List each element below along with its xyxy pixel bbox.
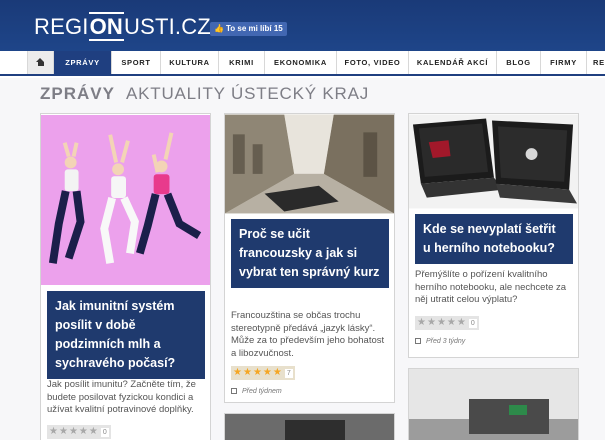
article-image-fitness[interactable] xyxy=(41,114,210,286)
star-icon[interactable]: ★ xyxy=(263,367,272,379)
nav-item-krimi[interactable]: KRIMI xyxy=(218,51,264,74)
article-date: Před 3 týdny xyxy=(415,338,465,345)
section-title: ZPRÁVY xyxy=(40,84,115,103)
nav-item-zpravy[interactable]: ZPRÁVY xyxy=(53,51,111,74)
nav-item-sport[interactable]: SPORT xyxy=(111,51,160,74)
nav-item-reality[interactable]: RE xyxy=(586,51,605,74)
star-icon[interactable]: ★ xyxy=(59,426,68,438)
star-icon[interactable]: ★ xyxy=(457,317,466,329)
star-icon[interactable]: ★ xyxy=(69,426,78,438)
star-icon[interactable]: ★ xyxy=(427,317,436,329)
article-card[interactable]: Jak imunitní systém posílit v době podzi… xyxy=(40,113,211,440)
star-icon[interactable]: ★ xyxy=(253,367,262,379)
nav-item-firmy[interactable]: FIRMY xyxy=(540,51,586,74)
rating-count: 0 xyxy=(100,427,109,437)
star-icon[interactable]: ★ xyxy=(49,426,58,438)
nav-item-ekonomika[interactable]: EKONOMIKA xyxy=(264,51,336,74)
home-icon xyxy=(36,58,45,67)
site-header: REGIONUSTI.CZ 👍 To se mi líbí 15 xyxy=(0,0,605,51)
star-icon[interactable]: ★ xyxy=(243,367,252,379)
article-image-street[interactable] xyxy=(225,114,394,214)
article-card[interactable]: Proč se učit francouzsky a jak si vybrat… xyxy=(224,113,395,403)
nav-item-kultura[interactable]: KULTURA xyxy=(160,51,218,74)
article-title[interactable]: Proč se učit francouzsky a jak si vybrat… xyxy=(231,219,389,288)
facebook-like-button[interactable]: 👍 To se mi líbí 15 xyxy=(210,22,287,36)
nav-home[interactable] xyxy=(27,51,53,74)
article-card[interactable] xyxy=(408,368,579,440)
star-icon[interactable]: ★ xyxy=(233,367,242,379)
rating-count: 0 xyxy=(468,318,477,328)
nav-item-blog[interactable]: BLOG xyxy=(496,51,540,74)
article-perex: Přemýšlíte o pořízení kvalitního herního… xyxy=(415,269,567,305)
star-icon[interactable]: ★ xyxy=(89,426,98,438)
article-image-next[interactable] xyxy=(225,414,395,440)
star-icon[interactable]: ★ xyxy=(79,426,88,438)
calendar-icon xyxy=(415,338,421,344)
article-rating[interactable]: ★ ★ ★ ★ ★ 0 xyxy=(47,425,111,439)
article-card[interactable] xyxy=(224,413,395,440)
article-perex: Francouzština se občas trochu stereotypn… xyxy=(231,310,385,359)
article-image-laptops[interactable] xyxy=(409,114,578,209)
thumbs-up-icon: 👍 xyxy=(214,24,224,33)
facebook-like-label: To se mi líbí 15 xyxy=(225,24,283,33)
rating-count: 7 xyxy=(284,368,293,378)
article-title[interactable]: Kde se nevyplatí šetřit u herního notebo… xyxy=(415,214,573,264)
star-icon[interactable]: ★ xyxy=(273,367,282,379)
site-logo[interactable]: REGIONUSTI.CZ xyxy=(34,12,211,41)
star-icon[interactable]: ★ xyxy=(447,317,456,329)
star-icon[interactable]: ★ xyxy=(417,317,426,329)
article-rating[interactable]: ★ ★ ★ ★ ★ 0 xyxy=(415,316,479,330)
article-perex: Jak posílit imunitu? Začněte tím, že bud… xyxy=(47,379,196,415)
calendar-icon xyxy=(231,388,237,394)
article-image-next-2[interactable] xyxy=(409,369,579,440)
article-card[interactable]: Kde se nevyplatí šetřit u herního notebo… xyxy=(408,113,579,358)
section-subtitle: AKTUALITY ÚSTECKÝ KRAJ xyxy=(126,84,370,103)
nav-item-foto-video[interactable]: FOTO, VIDEO xyxy=(336,51,408,74)
main-navigation: ZPRÁVY SPORT KULTURA KRIMI EKONOMIKA FOT… xyxy=(0,51,605,76)
star-icon[interactable]: ★ xyxy=(437,317,446,329)
article-rating[interactable]: ★ ★ ★ ★ ★ 7 xyxy=(231,366,295,380)
article-title[interactable]: Jak imunitní systém posílit v době podzi… xyxy=(47,291,205,379)
nav-item-kalendar-akci[interactable]: KALENDÁŘ AKCÍ xyxy=(408,51,496,74)
article-date: Před týdnem xyxy=(231,388,282,395)
